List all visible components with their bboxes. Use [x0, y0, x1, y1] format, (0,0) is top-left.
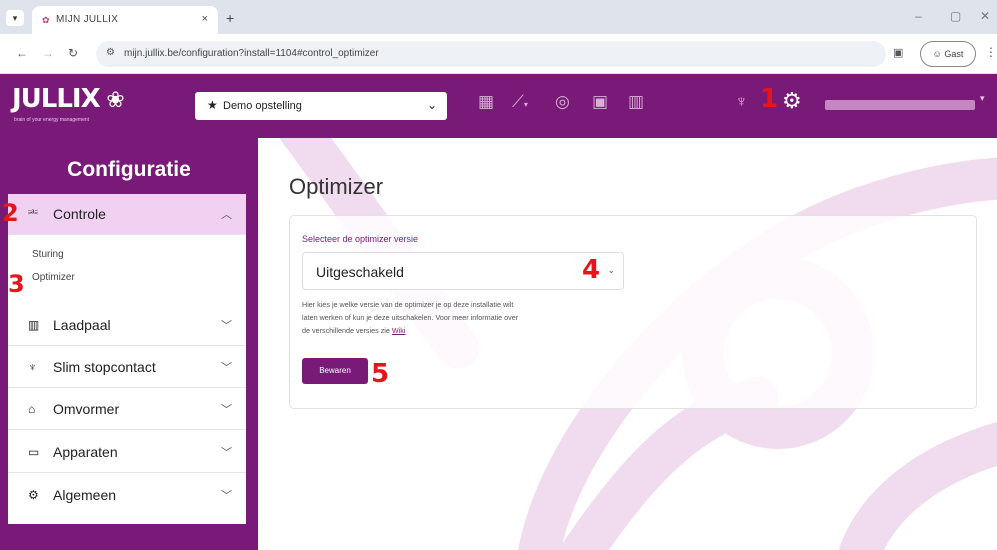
chevron-down-icon: ﹀	[221, 320, 232, 332]
user-menu[interactable]	[825, 100, 975, 110]
browser-tab-bar: ▾ ✿ MIJN JULLIX × + – ▢ ✕	[0, 0, 997, 34]
chevron-down-icon: ﹀	[221, 404, 232, 416]
section-label: Laadpaal	[53, 317, 111, 333]
chevron-down-icon: ﹀	[221, 362, 232, 374]
plug-icon[interactable]: ♆	[735, 92, 748, 112]
optimizer-version-label: Selecteer de optimizer versie	[302, 234, 419, 244]
section-label: Controle	[53, 206, 106, 222]
forward-icon[interactable]: →	[42, 46, 54, 60]
help-line: laten werken of kun je deze uitschakelen…	[302, 313, 519, 322]
save-button[interactable]: Bewaren	[302, 358, 368, 384]
plug-icon: ♆	[28, 360, 37, 374]
browser-toolbar: ← → ↻ ⚙ mijn.jullix.be/configuration?ins…	[0, 34, 997, 74]
tab-close-button[interactable]: ×	[202, 13, 208, 25]
optimizer-card: Selecteer de optimizer versie Uitgeschak…	[289, 215, 977, 409]
devices-icon: ▭	[28, 445, 40, 459]
main-content: Optimizer Selecteer de optimizer versie …	[258, 138, 997, 550]
battery-icon[interactable]: ▣	[592, 92, 608, 112]
sidebar-title: Configuratie	[67, 158, 191, 181]
logo-tagline: brain of your energy management	[14, 117, 90, 123]
maximize-button[interactable]: ▢	[950, 9, 961, 23]
brain-icon[interactable]: ◎	[555, 92, 570, 112]
site-info-icon[interactable]: ⚙	[106, 47, 115, 58]
installation-select[interactable]: ★ Demo opstelling ⌄	[195, 92, 447, 120]
config-accordion: ⎃ Controle ︿ Sturing Optimizer ▥ Laadpaa…	[8, 194, 246, 524]
annotation-4: 4	[582, 255, 601, 285]
sidebar-section-laadpaal[interactable]: ▥ Laadpaal ﹀	[8, 305, 246, 346]
page-title: Optimizer	[289, 174, 384, 199]
user-menu-chevron-icon[interactable]: ▾	[980, 93, 985, 104]
logo-mark-icon: ❀	[99, 88, 124, 113]
translate-icon[interactable]: ▣	[893, 46, 903, 59]
reload-icon[interactable]: ↻	[68, 46, 78, 60]
guest-label: Gast	[944, 49, 964, 59]
url-text: mijn.jullix.be/configuration?install=110…	[124, 48, 379, 59]
help-line: de verschillende versies zie	[302, 326, 390, 335]
chart-icon[interactable]: ⟋▾	[512, 92, 528, 112]
tab-title: MIJN JULLIX	[56, 14, 119, 25]
help-text: Hier kies je welke versie van de optimiz…	[302, 298, 642, 337]
annotation-5: 5	[371, 359, 390, 389]
inverter-icon: ⌂	[28, 402, 36, 416]
sidebar-item-sturing[interactable]: Sturing	[32, 249, 64, 260]
select-value: Uitgeschakeld	[316, 264, 404, 280]
sidebar-item-optimizer[interactable]: Optimizer	[32, 272, 75, 283]
new-tab-button[interactable]: +	[226, 10, 234, 26]
annotation-1: 1	[760, 84, 779, 114]
chevron-down-icon: ⌄	[607, 265, 615, 275]
section-label: Slim stopcontact	[53, 359, 156, 375]
app-header: JULLIX ❀ brain of your energy management…	[0, 74, 997, 138]
address-bar[interactable]: ⚙ mijn.jullix.be/configuration?install=1…	[96, 41, 886, 67]
annotation-3: 3	[8, 270, 25, 298]
annotation-2: 2	[2, 199, 19, 227]
installation-label: Demo opstelling	[223, 100, 302, 112]
chevron-down-icon: ⌄	[426, 98, 437, 112]
optimizer-version-select[interactable]: Uitgeschakeld ⌄	[302, 252, 624, 290]
chevron-up-icon: ︿	[221, 209, 232, 221]
sidebar-section-slim-stopcontact[interactable]: ♆ Slim stopcontact ﹀	[8, 347, 246, 388]
close-window-button[interactable]: ✕	[980, 9, 990, 23]
back-icon[interactable]: ←	[16, 46, 28, 60]
minimize-button[interactable]: –	[915, 9, 922, 23]
sidebar-section-controle[interactable]: ⎃ Controle ︿	[8, 194, 246, 235]
gear-icon[interactable]: ⚙	[782, 88, 802, 114]
sidebar: Configuratie ⎃ Controle ︿ Sturing Optimi…	[0, 138, 258, 550]
tab-search-dropdown[interactable]: ▾	[6, 10, 24, 26]
chevron-down-icon: ﹀	[221, 490, 232, 502]
jullix-logo[interactable]: JULLIX ❀	[12, 84, 125, 114]
section-label: Algemeen	[53, 487, 117, 503]
browser-menu-icon[interactable]: ⋮	[985, 45, 997, 59]
section-label: Omvormer	[53, 401, 120, 417]
browser-tab[interactable]: ✿ MIJN JULLIX ×	[32, 6, 218, 34]
guest-profile-button[interactable]: ☺ Gast	[920, 41, 976, 67]
star-icon: ★	[207, 98, 218, 112]
section-label: Apparaten	[53, 444, 118, 460]
charger-icon[interactable]: ▥	[628, 92, 644, 112]
sidebar-section-algemeen[interactable]: ⚙ Algemeen ﹀	[8, 475, 246, 516]
sidebar-section-apparaten[interactable]: ▭ Apparaten ﹀	[8, 432, 246, 473]
gear-icon: ⚙	[28, 488, 39, 502]
help-line: Hier kies je welke versie van de optimiz…	[302, 300, 514, 309]
chevron-down-icon: ﹀	[221, 447, 232, 459]
favicon-icon: ✿	[42, 15, 50, 25]
controle-icon: ⎃	[28, 207, 39, 221]
wiki-link[interactable]: Wiki	[392, 326, 406, 335]
logo-text: JULLIX	[12, 84, 101, 114]
dashboard-icon[interactable]: ▦	[478, 92, 494, 112]
charger-icon: ▥	[28, 318, 40, 332]
sidebar-section-omvormer[interactable]: ⌂ Omvormer ﹀	[8, 389, 246, 430]
